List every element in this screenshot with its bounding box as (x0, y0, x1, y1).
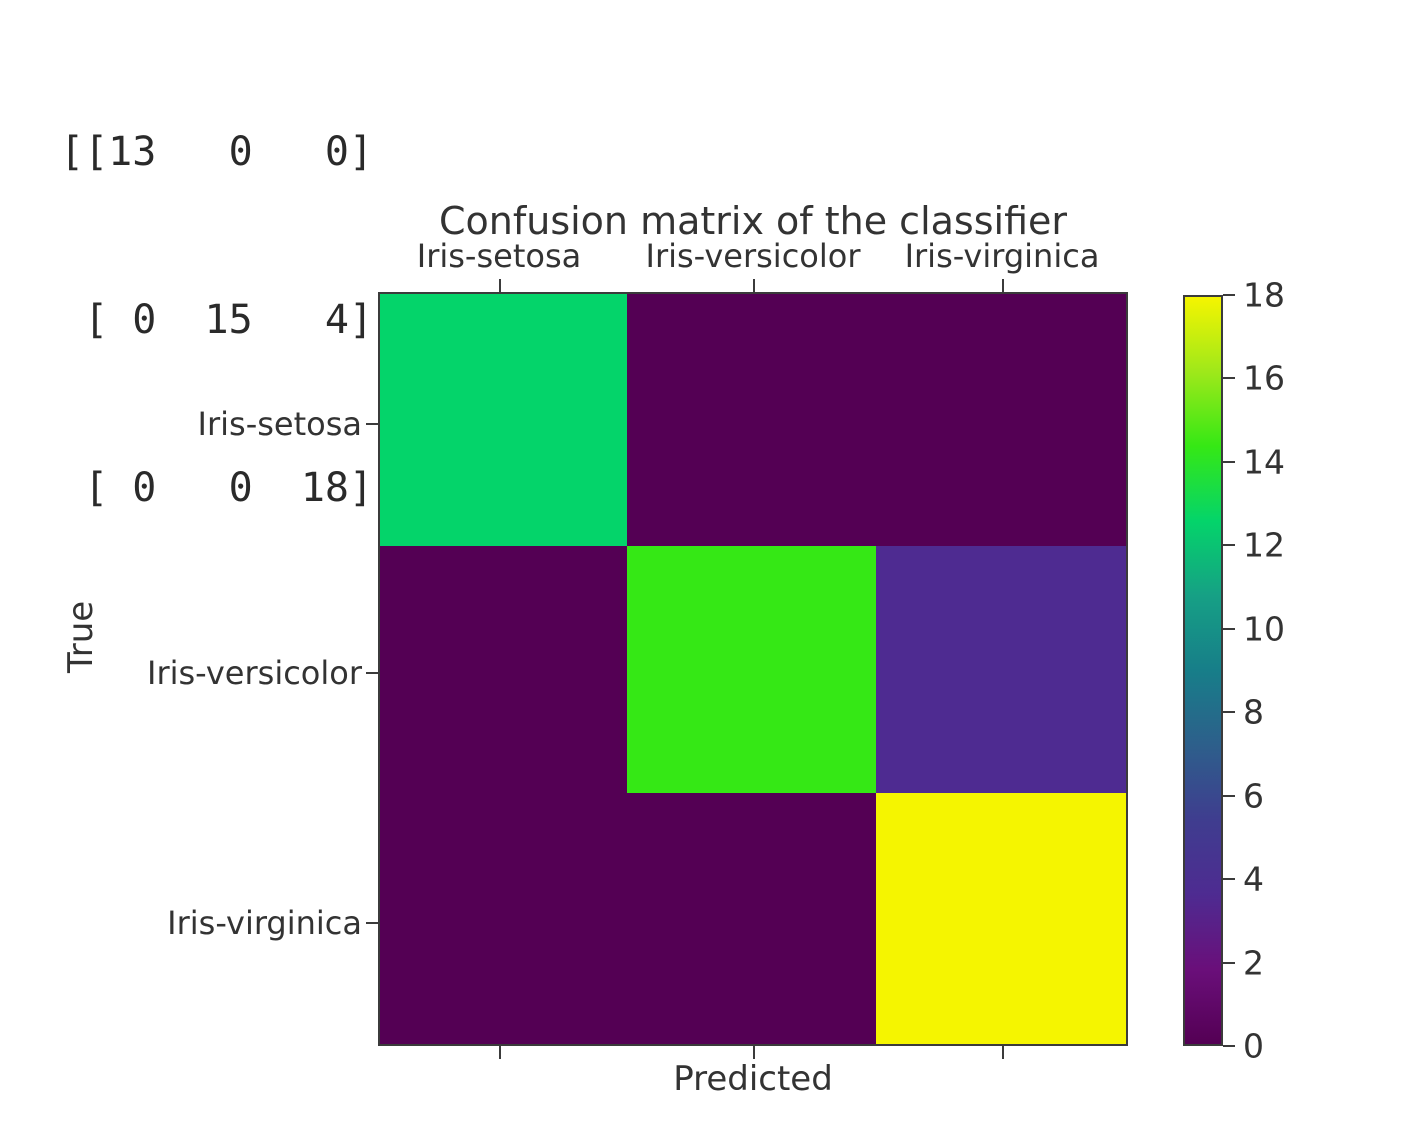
xtick-mark-top-1 (753, 279, 755, 292)
colorbar-tick-mark-0 (1223, 1045, 1235, 1047)
colorbar-tick-mark-4 (1223, 878, 1235, 881)
y-axis-label: True (61, 600, 101, 673)
colorbar-tick-label-8: 8 (1243, 692, 1264, 732)
x-axis-label: Predicted (673, 1059, 833, 1099)
colorbar-tick-mark-8 (1223, 711, 1235, 714)
heatmap-axes (378, 292, 1128, 1046)
matrix-cell-0-0 (380, 294, 627, 546)
colorbar-tick-label-6: 6 (1243, 776, 1264, 816)
xtick-mark-bottom-1 (753, 1046, 755, 1059)
ytick-label-1: Iris-versicolor (147, 654, 362, 692)
colorbar-tick-mark-2 (1223, 961, 1235, 964)
matrix-cell-1-0 (380, 545, 627, 793)
colorbar-tick-label-4: 4 (1243, 859, 1264, 899)
xtick-mark-top-0 (499, 279, 501, 292)
ytick-label-2: Iris-virginica (167, 904, 362, 942)
xtick-label-0: Iris-setosa (416, 237, 582, 275)
xtick-label-1: Iris-versicolor (645, 237, 861, 275)
matrix-cell-2-1 (626, 792, 877, 1044)
colorbar-tick-mark-10 (1223, 627, 1235, 630)
colorbar-tick-mark-16 (1223, 377, 1235, 380)
xtick-label-2: Iris-virginica (904, 237, 1100, 275)
colorbar-tick-label-14: 14 (1243, 442, 1285, 482)
confusion-matrix-heatmap (380, 294, 1126, 1044)
colorbar-gradient (1183, 295, 1223, 1046)
matrix-cell-1-1 (626, 545, 877, 793)
xtick-mark-top-2 (1002, 279, 1004, 292)
colorbar-tick-label-10: 10 (1243, 609, 1285, 649)
colorbar-tick-mark-18 (1223, 294, 1235, 296)
console-line: [[13 0 0] (60, 129, 374, 175)
colorbar-tick-label-0: 0 (1243, 1026, 1264, 1066)
matrix-cell-0-2 (876, 294, 1126, 546)
matrix-cell-0-1 (626, 294, 877, 546)
colorbar-tick-label-18: 18 (1243, 275, 1285, 315)
colorbar-tick-mark-6 (1223, 794, 1235, 797)
xtick-mark-bottom-2 (1002, 1046, 1004, 1059)
colorbar: 18 16 14 12 10 8 6 4 2 0 (1183, 276, 1285, 1066)
colorbar-tick-mark-14 (1223, 460, 1235, 463)
matrix-cell-2-0 (380, 792, 627, 1044)
xtick-mark-bottom-0 (499, 1046, 501, 1059)
matrix-cell-1-2 (876, 545, 1126, 793)
ytick-label-0: Iris-setosa (197, 405, 362, 443)
colorbar-tick-mark-12 (1223, 544, 1235, 547)
colorbar-tick-label-12: 12 (1243, 525, 1285, 565)
matrix-cell-2-2 (876, 792, 1126, 1044)
colorbar-tick-label-2: 2 (1243, 943, 1264, 983)
colorbar-tick-label-16: 16 (1243, 358, 1285, 398)
confusion-matrix-figure: Confusion matrix of the classifier Iris-… (0, 185, 1409, 1144)
